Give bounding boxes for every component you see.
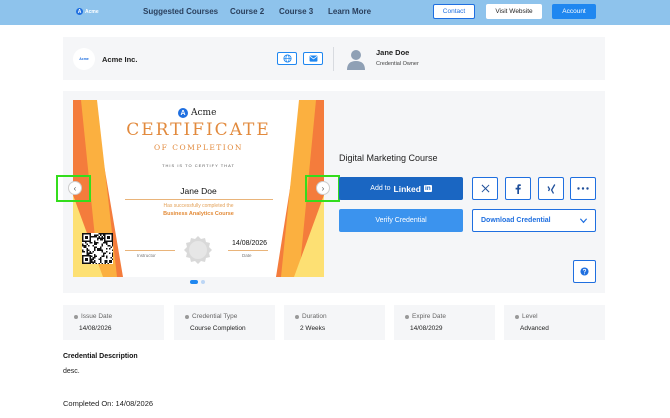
contact-button[interactable]: Contact [433,4,475,19]
issuer-name: Acme Inc. [102,55,138,64]
linkedin-word: Linked [393,183,421,194]
detail-label-issue-date: Issue Date [74,313,112,320]
detail-value-credential-type: Course Completion [190,325,246,332]
detail-label-level: Level [515,313,538,320]
visit-website-button[interactable]: Visit Website [486,4,542,19]
share-facebook-button[interactable] [505,177,531,200]
detail-value-level: Advanced [520,325,549,332]
question-icon [580,267,589,276]
date-label: Date [242,253,252,258]
verify-credential-button[interactable]: Verify Credential [339,209,463,232]
share-more-button[interactable] [570,177,596,200]
certificate-course: Business Analytics Course [163,211,234,217]
add-to-label: Add to [370,185,391,192]
nav-link-learn-more[interactable]: Learn More [328,7,371,16]
nav-link-suggested-courses[interactable]: Suggested Courses [143,7,218,16]
certificate-completed-text: Has successfully completed the [163,203,234,209]
detail-issue-date: Issue Date 14/08/2026 [63,305,164,340]
calendar-icon [74,314,78,319]
seal-icon [184,236,212,264]
owner-role: Credential Owner [376,61,419,67]
calendar-icon [405,314,409,319]
download-credential-button[interactable]: Download Credential [472,209,596,232]
course-title: Digital Marketing Course [339,153,438,163]
detail-value-duration: 2 Weeks [300,325,326,332]
mail-icon [309,55,317,62]
detail-expire-date: Expire Date 14/08/2029 [394,305,495,340]
xing-icon [546,183,555,194]
nav-link-course-2[interactable]: Course 2 [230,7,264,16]
brand-mark: A [76,8,83,15]
issuer-bar: Acme Acme Inc. Jane Doe Credential Owner [63,37,605,80]
highlight-next [305,175,340,202]
carousel-dot-1[interactable] [190,280,198,284]
detail-value-expire-date: 14/08/2029 [410,325,443,332]
detail-label-expire-date: Expire Date [405,313,446,320]
qr-code [82,233,113,264]
certificate-logo: A Acme [178,108,216,118]
description-heading: Credential Description [63,353,138,360]
help-button[interactable] [573,260,596,283]
certificate-logo-mark: A [178,108,188,118]
website-icon-button[interactable] [277,52,297,65]
issuer-owner-divider [333,47,334,71]
detail-credential-type: Credential Type Course Completion [174,305,275,340]
carousel-dots [190,280,205,284]
brand-name: Acme [85,8,99,15]
globe-icon [282,54,292,63]
detail-label-credential-type: Credential Type [185,313,237,320]
facebook-icon [515,183,521,194]
clock-icon [295,314,299,319]
chevron-down-icon [579,218,588,224]
share-x-button[interactable] [472,177,498,200]
description-text: desc. [63,368,80,375]
download-credential-label: Download Credential [481,217,551,224]
detail-label-text: Issue Date [81,313,113,320]
instructor-line [125,250,175,251]
detail-label-text: Credential Type [192,313,238,320]
add-to-linkedin-button[interactable]: Add to Linked in [339,177,463,200]
brand-logo[interactable]: A Acme [76,8,99,15]
detail-label-duration: Duration [295,313,327,320]
x-icon [481,184,489,193]
certificate-subtitle: OF COMPLETION [154,143,243,152]
date-line [228,250,268,251]
certificate-recipient: Jane Doe [180,186,217,196]
detail-label-text: Duration [302,313,327,320]
share-xing-button[interactable] [538,177,564,200]
nav-link-course-3[interactable]: Course 3 [279,7,313,16]
issuer-logo: Acme [73,48,95,70]
email-icon-button[interactable] [303,52,323,65]
badge-icon [185,314,189,319]
detail-level: Level Advanced [504,305,605,340]
instructor-label: Instructor [137,253,156,258]
certificate-date: 14/08/2026 [232,240,268,247]
detail-value-issue-date: 14/08/2026 [79,325,112,332]
detail-label-text: Expire Date [412,313,446,320]
detail-label-text: Level [522,313,538,320]
carousel-dot-2[interactable] [201,280,205,284]
highlight-prev [56,175,91,202]
certificate-title: CERTIFICATE [126,120,271,140]
issuer-logo-text: Acme [79,57,89,61]
certificate-logo-text: Acme [191,108,217,118]
level-icon [515,314,519,319]
more-icon [577,187,589,190]
certificate-certify-text: THIS IS TO CERTIFY THAT [162,163,235,168]
account-button[interactable]: Account [552,4,596,19]
recipient-underline [125,199,273,200]
completed-on: Completed On: 14/08/2026 [63,399,154,408]
linkedin-icon: in [423,185,432,192]
owner-name: Jane Doe [376,48,410,57]
detail-duration: Duration 2 Weeks [284,305,385,340]
top-nav: A Acme Suggested Courses Course 2 Course… [0,0,670,25]
avatar [347,50,365,70]
certificate-preview: A Acme CERTIFICATE OF COMPLETION THIS IS… [73,100,324,277]
